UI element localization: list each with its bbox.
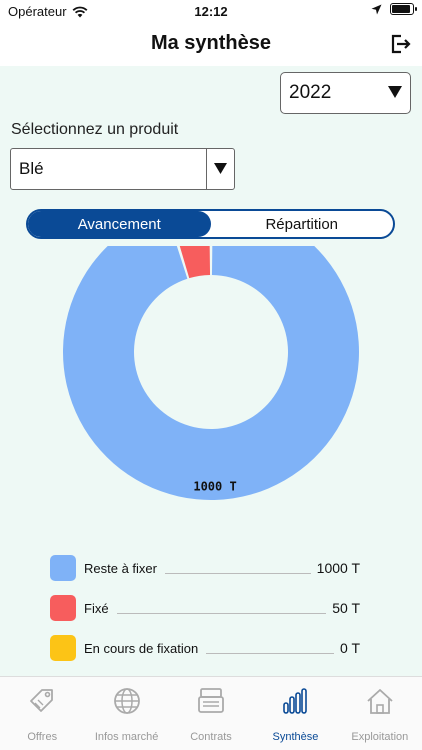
legend-swatch (50, 635, 76, 661)
nav-header: Ma synthèse (0, 22, 422, 66)
tab-synthese[interactable]: Synthèse (253, 677, 337, 750)
legend-label: En cours de fixation (84, 640, 199, 656)
logout-icon (391, 34, 411, 54)
tab-label: Synthèse (272, 731, 319, 743)
globe-icon (111, 685, 143, 717)
main-content: 2022 Sélectionnez un produit Blé Avancem… (0, 66, 422, 676)
tab-repartition[interactable]: Répartition (211, 211, 394, 237)
bar-chart-icon (279, 685, 311, 717)
legend-leader-line (206, 652, 335, 654)
tab-bar: Offres Infos marché Contrats Synthèse Ex… (0, 676, 422, 750)
legend-label: Fixé (84, 600, 109, 616)
year-select-value: 2022 (289, 82, 332, 103)
legend-leader-line (116, 612, 327, 614)
status-right (371, 3, 417, 15)
legend-value: 0 T (340, 640, 360, 656)
legend-item-fixe: Fixé 50 T (50, 594, 360, 622)
tag-icon (26, 685, 58, 717)
tab-exploitation[interactable]: Exploitation (338, 677, 422, 750)
select-divider (205, 149, 207, 189)
product-label: Sélectionnez un produit (11, 121, 179, 138)
clock: 12:12 (194, 4, 228, 19)
tab-infos-marche[interactable]: Infos marché (84, 677, 168, 750)
product-select-value: Blé (19, 159, 44, 178)
view-segmented-control: Avancement Répartition (26, 209, 395, 239)
tab-label: Exploitation (351, 731, 409, 743)
donut-data-label: 1000 T (193, 479, 236, 493)
page-title: Ma synthèse (150, 32, 272, 54)
status-bar: Opérateur 12:12 (0, 0, 422, 22)
tab-label: Infos marché (94, 731, 159, 743)
legend-swatch (50, 555, 76, 581)
tab-label: Contrats (190, 731, 232, 743)
caret-down-icon (388, 86, 402, 98)
home-icon (364, 685, 396, 717)
tab-contrats[interactable]: Contrats (169, 677, 253, 750)
legend-value: 1000 T (316, 560, 360, 576)
caret-down-icon (214, 163, 227, 174)
location-arrow-icon (371, 4, 382, 14)
legend-value: 50 T (332, 600, 360, 616)
logout-button[interactable] (386, 30, 414, 58)
contracts-icon (195, 685, 227, 717)
legend-label: Reste à fixer (84, 560, 157, 576)
tab-offres[interactable]: Offres (0, 677, 84, 750)
year-select[interactable]: 2022 (280, 72, 411, 114)
donut-chart: 1000 T50 T (63, 246, 359, 500)
battery-fill (392, 5, 410, 13)
battery-icon (390, 3, 417, 15)
tab-label: Offres (27, 731, 58, 743)
donut-slice (63, 246, 359, 500)
legend-item-en-cours: En cours de fixation 0 T (50, 634, 360, 662)
tab-avancement[interactable]: Avancement (28, 211, 211, 237)
product-select[interactable]: Blé (10, 148, 235, 190)
legend-item-reste: Reste à fixer 1000 T (50, 554, 360, 582)
legend-swatch (50, 595, 76, 621)
legend-leader-line (164, 572, 311, 574)
